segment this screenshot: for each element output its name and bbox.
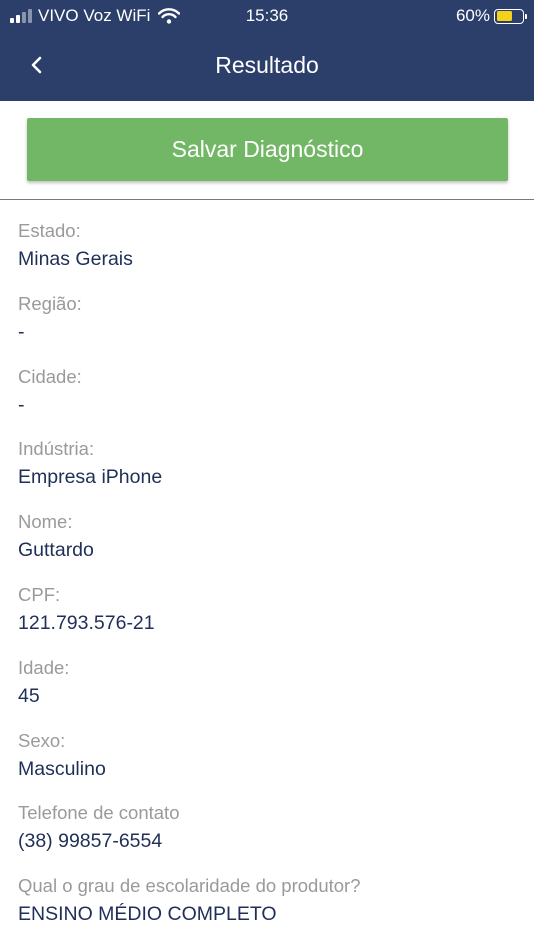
field-value: Masculino (18, 757, 106, 780)
field-label: Estado: (18, 220, 81, 241)
field-label: Qual o grau de escolaridade do produtor? (18, 875, 361, 897)
field-label: Cidade: (18, 365, 82, 387)
nav-bar: Resultado (0, 40, 534, 90)
field-value: 45 (18, 684, 40, 707)
page-title: Resultado (215, 52, 319, 78)
save-diagnosis-button[interactable]: Salvar Diagnóstico (27, 118, 508, 181)
field-value: - (18, 393, 25, 416)
divider (0, 199, 534, 200)
field-label: Nome: (18, 511, 73, 533)
field-regiao: Região: - (18, 291, 518, 364)
field-telefone: Telefone de contato (38) 99857-6554 (18, 800, 518, 873)
battery-icon (494, 8, 527, 24)
field-value: Empresa iPhone (18, 466, 163, 489)
field-label: Telefone de contato (18, 802, 180, 824)
field-value: Minas Gerais (18, 248, 133, 270)
field-nome: Nome: Guttardo (18, 509, 518, 582)
field-value: (38) 99857-6554 (18, 830, 163, 853)
field-value: 121.793.576-21 (18, 611, 155, 634)
field-cpf: CPF: 121.793.576-21 (18, 582, 518, 655)
field-label: Indústria: (18, 438, 95, 460)
field-value: Guttardo (18, 539, 94, 562)
app-header: VIVO Voz WiFi 15:36 60% Resultado (0, 0, 534, 101)
field-label: CPF: (18, 583, 61, 605)
field-industria: Indústria: Empresa iPhone (18, 436, 518, 509)
status-bar: VIVO Voz WiFi 15:36 60% (0, 0, 534, 32)
field-idade: Idade: 45 (18, 655, 518, 728)
field-value: ENSINO MÉDIO COMPLETO (18, 903, 277, 926)
status-right: 60% (455, 6, 527, 26)
field-label: Sexo: (18, 729, 66, 751)
field-estado: Estado: Minas Gerais (18, 218, 518, 291)
field-value: - (18, 320, 25, 343)
battery-percent: 60% (455, 6, 490, 25)
field-label: Idade: (18, 656, 70, 678)
field-escolaridade: Qual o grau de escolaridade do produtor?… (18, 873, 518, 946)
field-sexo: Sexo: Masculino (18, 728, 518, 801)
battery-fill (496, 11, 512, 21)
result-fields: Estado: Minas Gerais Região: - Cidade: -… (18, 218, 518, 946)
field-label: Região: (18, 292, 82, 314)
status-time: 15:36 (245, 6, 289, 25)
field-cidade: Cidade: - (18, 364, 518, 437)
